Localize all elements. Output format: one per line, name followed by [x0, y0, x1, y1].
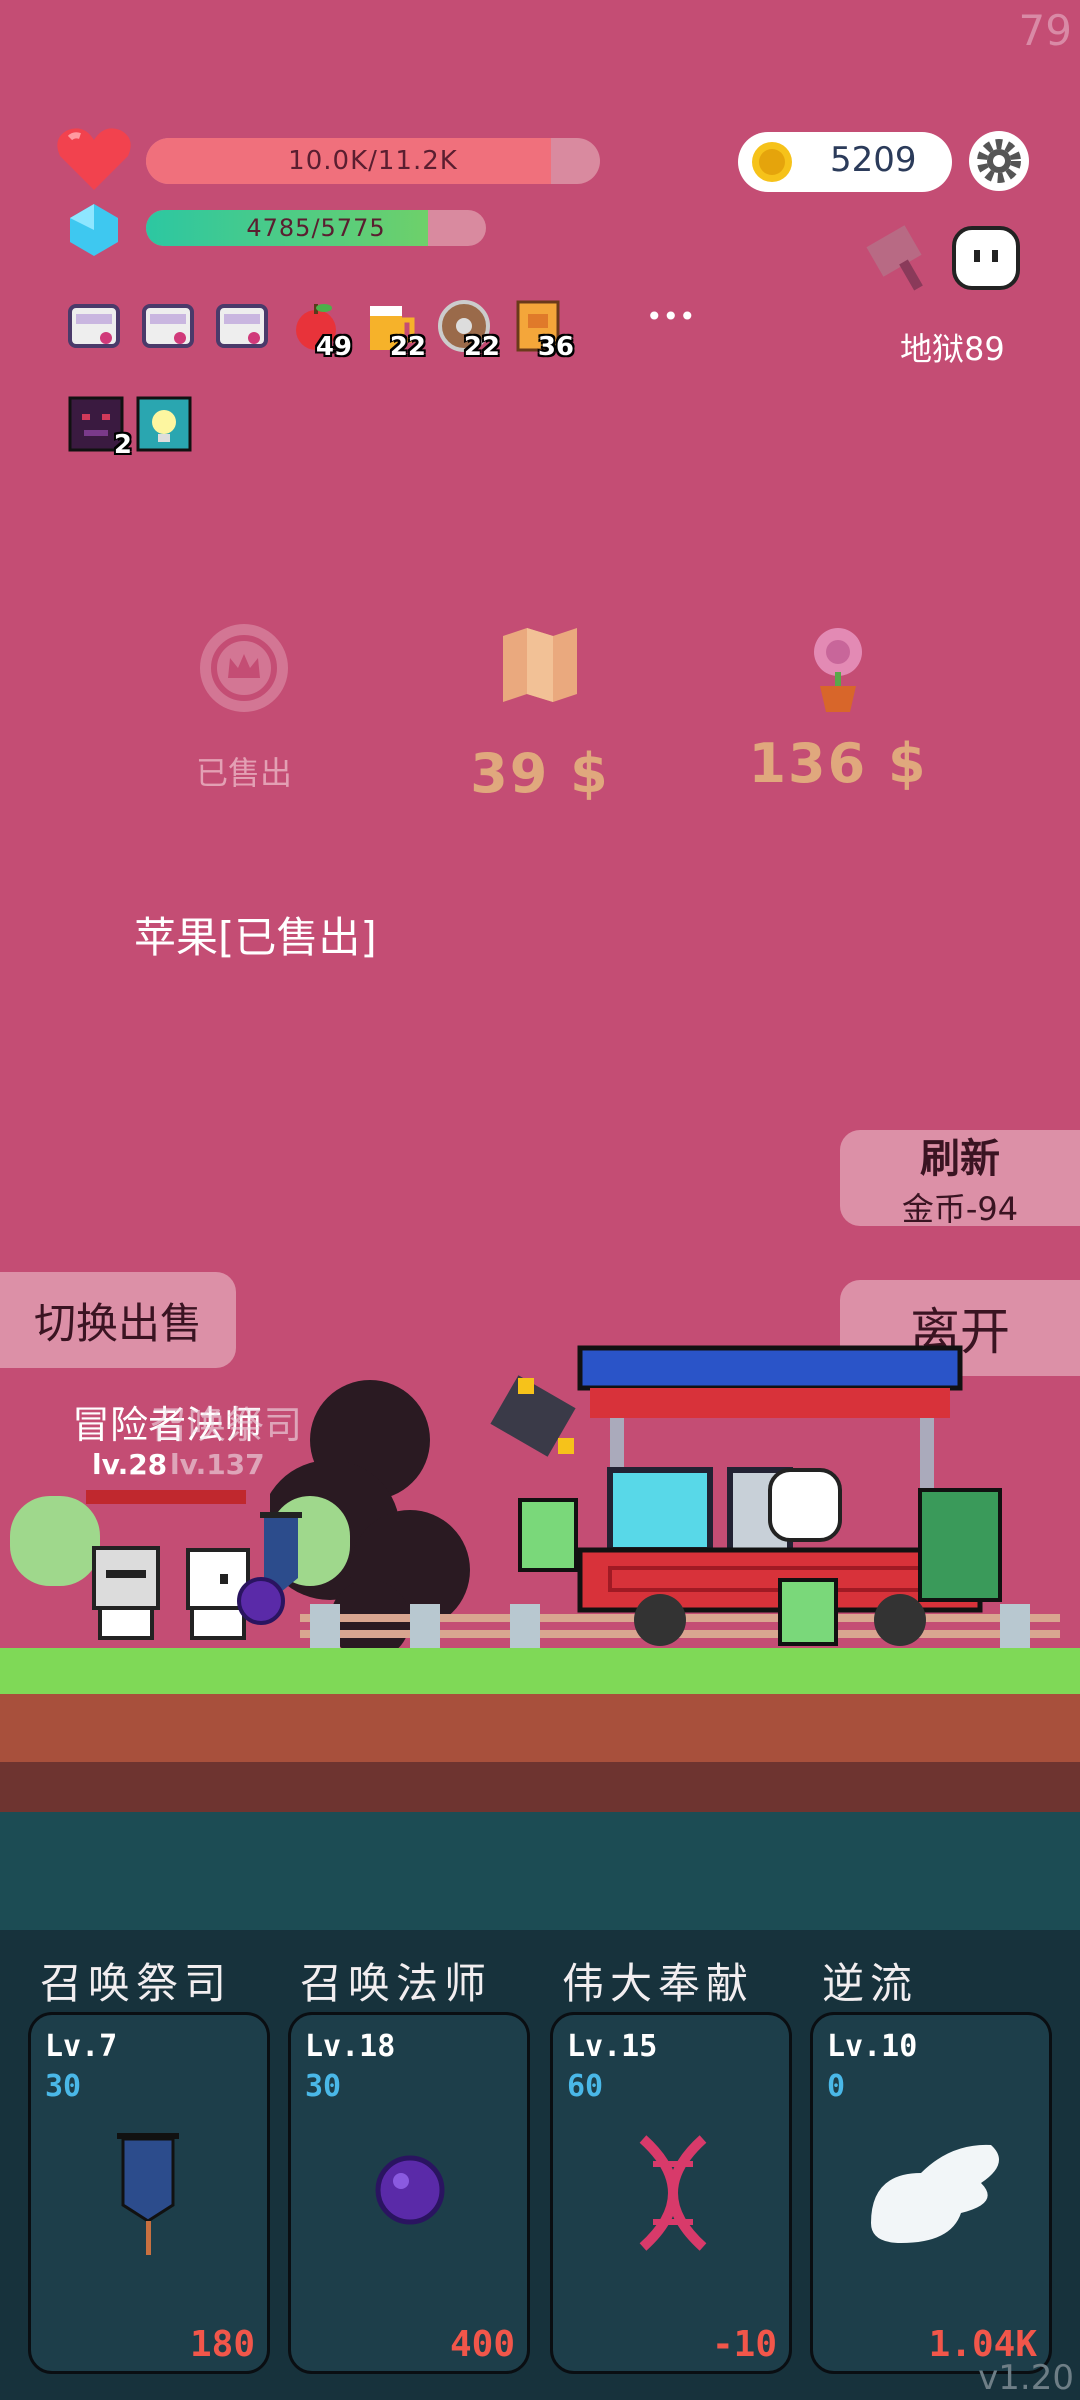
shop-item-price: 已售出: [195, 754, 292, 792]
unit-health-bar: [86, 1490, 246, 1504]
demon-buff-icon: 2: [68, 396, 132, 460]
more-items-button[interactable]: •••: [646, 300, 696, 333]
skill-title: 召唤祭司: [40, 1959, 233, 2008]
skill-card-summon-mage[interactable]: Lv.18 30 400: [288, 2012, 530, 2374]
skill-points: 30: [305, 2069, 342, 2104]
inventory-count: 22: [389, 332, 426, 362]
scroll-ribbon-icon[interactable]: [140, 298, 196, 354]
scroll-ribbon-icon[interactable]: [214, 298, 270, 354]
shop-status-text: 苹果[已售出]: [134, 913, 377, 962]
settings-gear-icon[interactable]: [968, 130, 1030, 192]
map-icon: [503, 628, 577, 702]
inventory-count: 22: [463, 332, 500, 362]
toggle-sell-label: 切换出售: [33, 1298, 202, 1348]
skill-level: Lv.18: [305, 2029, 396, 2064]
ghost-avatar-icon[interactable]: [950, 222, 1022, 294]
book-icon[interactable]: 36: [510, 298, 574, 362]
skill-cost: -10: [711, 2324, 777, 2365]
light-buff-icon: [136, 396, 192, 452]
beer-icon[interactable]: 22: [362, 298, 426, 362]
inventory-count: 49: [315, 332, 352, 362]
skill-level: Lv.7: [45, 2029, 118, 2064]
shield-icon[interactable]: 22: [436, 298, 500, 362]
water-layer: [0, 1812, 1080, 1932]
fps-counter: 79: [1018, 6, 1072, 55]
gold-counter: 5209: [738, 132, 952, 192]
crown-coin-icon: [200, 624, 288, 712]
skill-cost: 400: [449, 2324, 515, 2365]
shop-item-flower[interactable]: 136 $: [748, 620, 928, 800]
wing-icon: [871, 2144, 999, 2243]
refresh-cost: 金币-94: [901, 1190, 1019, 1228]
shop-item-price: 39 $: [470, 742, 610, 805]
dna-icon: [639, 2135, 707, 2251]
skill-card-great-devotion[interactable]: Lv.15 60 -10: [550, 2012, 792, 2374]
buff-count: 2: [113, 430, 132, 460]
skill-title: 召唤法师: [300, 1959, 493, 2008]
apple-icon[interactable]: 49: [288, 298, 352, 362]
unit-level-label-2: lv.137: [170, 1448, 265, 1481]
refresh-button[interactable]: 刷新 金币-94: [840, 1130, 1080, 1228]
gold-value: 5209: [830, 140, 917, 180]
mana-bar: 4785/5775: [146, 210, 486, 246]
gold-coin-icon: [752, 142, 792, 182]
grass-strip: [0, 1648, 1080, 1694]
inventory-count: 36: [537, 332, 574, 362]
shop-item-map[interactable]: 39 $: [460, 620, 620, 805]
unit-name-label-2: 召唤祭司: [150, 1403, 303, 1447]
skill-title: 伟大奉献: [562, 1959, 755, 2008]
dirt-dark-layer: [0, 1762, 1080, 1812]
dirt-layer: [0, 1694, 1080, 1762]
skill-points: 60: [567, 2069, 604, 2104]
inventory-bar: 49 22 22 36: [66, 298, 586, 368]
toggle-sell-button[interactable]: 切换出售: [0, 1272, 236, 1368]
skill-card-counter-flow[interactable]: Lv.10 0 1.04K: [810, 2012, 1052, 2374]
purple-orb-summon: [236, 1576, 286, 1626]
knight-unit[interactable]: [86, 1540, 166, 1646]
skill-points: 30: [45, 2069, 82, 2104]
version-label: v1.20: [978, 2358, 1074, 2398]
purple-orb-icon: [375, 2155, 445, 2225]
heart-icon: [54, 124, 134, 194]
shop-item-sold[interactable]: 已售出: [170, 620, 318, 800]
unit-level-label: lv.28: [92, 1448, 168, 1481]
hp-text: 10.0K/11.2K: [288, 146, 458, 176]
skill-level: Lv.15: [567, 2029, 658, 2064]
banner-icon: [117, 2133, 179, 2255]
skill-points: 0: [827, 2069, 846, 2104]
skill-level: Lv.10: [827, 2029, 918, 2064]
skill-card-summon-priest[interactable]: Lv.7 30 180: [28, 2012, 270, 2374]
refresh-title: 刷新: [920, 1136, 1000, 1182]
cleaver-icon: [862, 220, 942, 294]
cat-pet: [478, 1368, 584, 1474]
stage-label: 地狱89: [900, 330, 1005, 368]
scroll-ribbon-icon[interactable]: [66, 298, 122, 354]
mana-text: 4785/5775: [246, 214, 386, 242]
skill-cost: 180: [189, 2324, 255, 2365]
shop-item-price: 136 $: [748, 732, 928, 795]
mana-crystal-icon: [66, 202, 122, 258]
hp-bar: 10.0K/11.2K: [146, 138, 600, 184]
flower-pot-icon: [814, 628, 862, 712]
skill-title: 逆流: [822, 1959, 919, 2008]
